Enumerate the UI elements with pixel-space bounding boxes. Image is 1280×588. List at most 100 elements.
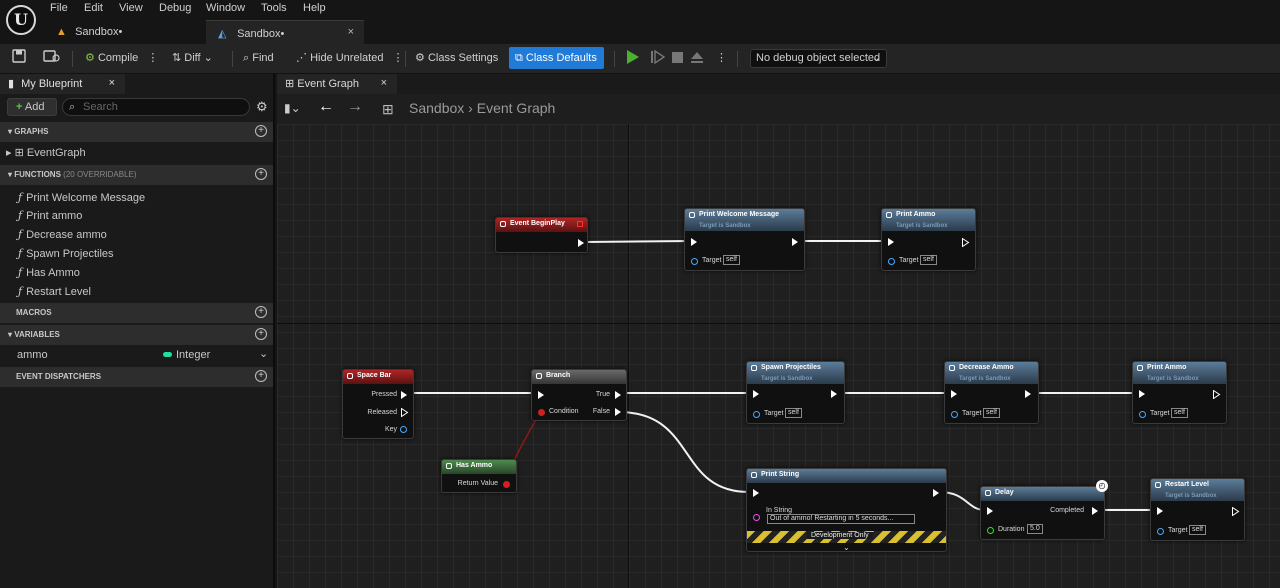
exec-in-pin[interactable] bbox=[1157, 507, 1163, 515]
save-icon[interactable] bbox=[12, 49, 26, 71]
target-pin[interactable] bbox=[1157, 528, 1164, 535]
add-variable-icon[interactable]: + bbox=[255, 328, 267, 340]
menu-window[interactable]: Window bbox=[206, 2, 245, 14]
close-icon[interactable]: × bbox=[381, 77, 387, 89]
variables-section-header[interactable]: ▾ VARIABLES + bbox=[0, 325, 273, 345]
exec-out-pin[interactable] bbox=[831, 390, 837, 398]
target-pin[interactable] bbox=[753, 411, 760, 418]
graph-item-eventgraph[interactable]: ▸ ⊞ EventGraph bbox=[6, 146, 86, 159]
expand-chevron-icon[interactable]: ⌄ bbox=[843, 543, 850, 552]
return-value-pin[interactable] bbox=[503, 481, 510, 488]
class-defaults-button[interactable]: ⧉ Class Defaults bbox=[509, 47, 604, 69]
add-event-dispatcher-icon[interactable]: + bbox=[255, 370, 267, 382]
exec-in-pin[interactable] bbox=[888, 238, 894, 246]
exec-in-pin[interactable] bbox=[691, 238, 697, 246]
in-string-pin[interactable] bbox=[753, 514, 760, 521]
browse-icon[interactable] bbox=[43, 49, 61, 71]
target-value[interactable]: self bbox=[1171, 408, 1188, 418]
chevron-down-icon[interactable]: ⌄ bbox=[259, 347, 268, 360]
debug-object-select[interactable]: No debug object selected ⌄ bbox=[750, 49, 887, 68]
function-item[interactable]: ƒ Print Welcome Message bbox=[18, 191, 145, 204]
target-pin[interactable] bbox=[691, 258, 698, 265]
close-tab-icon[interactable]: × bbox=[348, 26, 354, 38]
menu-view[interactable]: View bbox=[119, 2, 143, 14]
exec-in-pin[interactable] bbox=[753, 390, 759, 398]
function-item[interactable]: ƒ Decrease ammo bbox=[18, 228, 107, 241]
exec-in-pin[interactable] bbox=[987, 507, 993, 515]
doc-tab-sandbox-1[interactable]: ▲ Sandbox• bbox=[44, 20, 204, 44]
add-function-icon[interactable]: + bbox=[255, 168, 267, 180]
target-value[interactable]: self bbox=[1189, 525, 1206, 535]
exec-out-pin[interactable] bbox=[1092, 507, 1098, 515]
node-print-welcome-message[interactable]: Print Welcome Message Target is Sandbox … bbox=[684, 208, 805, 271]
unreal-logo-icon[interactable]: U bbox=[6, 5, 36, 35]
key-pin[interactable] bbox=[400, 426, 407, 433]
exec-out-pin[interactable] bbox=[1213, 390, 1221, 399]
forward-arrow-icon[interactable]: → bbox=[347, 98, 363, 116]
exec-out-pin[interactable] bbox=[1025, 390, 1031, 398]
exec-out-pin[interactable] bbox=[578, 239, 584, 247]
my-blueprint-tab[interactable]: ▮ My Blueprint × bbox=[0, 74, 125, 94]
node-delay[interactable]: Delay ◴ Completed Duration 5.0 bbox=[980, 480, 1108, 540]
diff-button[interactable]: ⇅ Diff ⌄ bbox=[172, 47, 213, 69]
menu-debug[interactable]: Debug bbox=[159, 2, 191, 14]
function-item[interactable]: ƒ Has Ammo bbox=[18, 266, 80, 279]
settings-gear-icon[interactable]: ⚙ bbox=[256, 99, 268, 115]
node-restart-level[interactable]: Restart Level Target is Sandbox Target s… bbox=[1150, 478, 1245, 541]
menu-tools[interactable]: Tools bbox=[261, 2, 287, 14]
hide-unrelated-options-icon[interactable]: ⋮ bbox=[393, 52, 404, 64]
delegate-pin-icon[interactable] bbox=[577, 221, 583, 227]
event-graph-canvas[interactable]: Event BeginPlay Print Welcome Message Ta… bbox=[277, 124, 1280, 588]
graphs-section-header[interactable]: ▾ GRAPHS + bbox=[0, 122, 273, 142]
add-graph-icon[interactable]: + bbox=[255, 125, 267, 137]
functions-section-header[interactable]: ▾ FUNCTIONS (20 OVERRIDABLE) + bbox=[0, 165, 273, 185]
function-item[interactable]: ƒ Print ammo bbox=[18, 209, 82, 222]
function-item[interactable]: ƒ Restart Level bbox=[18, 285, 91, 298]
exec-out-pin-pressed[interactable] bbox=[401, 391, 407, 399]
function-item[interactable]: ƒ Spawn Projectiles bbox=[18, 247, 114, 260]
exec-out-pin[interactable] bbox=[792, 238, 798, 246]
macros-section-header[interactable]: MACROS + bbox=[0, 303, 273, 323]
compile-options-icon[interactable]: ⋮ bbox=[147, 52, 158, 64]
in-string-value[interactable]: Out of ammo! Restarting in 5 seconds... bbox=[767, 514, 915, 524]
node-print-ammo-1[interactable]: Print Ammo Target is Sandbox Target self bbox=[881, 208, 976, 271]
doc-tab-sandbox-2[interactable]: ◭ Sandbox• × bbox=[206, 20, 364, 44]
target-pin[interactable] bbox=[1139, 411, 1146, 418]
find-button[interactable]: ⌕ Find bbox=[243, 47, 274, 69]
variable-item-ammo[interactable]: ammo Integer ⌄ bbox=[17, 347, 273, 361]
condition-pin[interactable] bbox=[538, 409, 545, 416]
exec-out-pin-released[interactable] bbox=[401, 408, 409, 417]
duration-pin[interactable] bbox=[987, 527, 994, 534]
menu-help[interactable]: Help bbox=[303, 2, 326, 14]
exec-in-pin[interactable] bbox=[538, 391, 544, 399]
target-pin[interactable] bbox=[951, 411, 958, 418]
hide-unrelated-button[interactable]: ⋰ Hide Unrelated ⋮ bbox=[296, 47, 404, 69]
exec-out-pin[interactable] bbox=[1232, 507, 1240, 516]
exec-in-pin[interactable] bbox=[753, 489, 759, 497]
play-options-icon[interactable]: ⋮ bbox=[716, 47, 727, 69]
breadcrumb-root[interactable]: Sandbox bbox=[409, 100, 464, 116]
menu-edit[interactable]: Edit bbox=[84, 2, 103, 14]
exec-out-pin[interactable] bbox=[933, 489, 939, 497]
exec-in-pin[interactable] bbox=[1139, 390, 1145, 398]
add-macro-icon[interactable]: + bbox=[255, 306, 267, 318]
node-print-ammo-2[interactable]: Print Ammo Target is Sandbox Target self bbox=[1132, 361, 1227, 424]
node-print-string[interactable]: Print String In String Out of ammo! Rest… bbox=[746, 468, 947, 552]
close-icon[interactable]: × bbox=[109, 77, 115, 89]
search-input[interactable]: ⌕ Search bbox=[62, 98, 250, 116]
back-arrow-icon[interactable]: ← bbox=[318, 98, 334, 116]
node-space-bar[interactable]: Space Bar Pressed Released Key bbox=[342, 369, 414, 439]
duration-value[interactable]: 5.0 bbox=[1027, 524, 1043, 534]
step-icon[interactable] bbox=[650, 49, 666, 71]
target-pin[interactable] bbox=[888, 258, 895, 265]
node-spawn-projectiles[interactable]: Spawn Projectiles Target is Sandbox Targ… bbox=[746, 361, 845, 424]
target-value[interactable]: self bbox=[920, 255, 937, 265]
exec-out-pin-true[interactable] bbox=[615, 391, 621, 399]
target-value[interactable]: self bbox=[983, 408, 1000, 418]
target-value[interactable]: self bbox=[723, 255, 740, 265]
compile-button[interactable]: ⚙ Compile ⋮ bbox=[85, 47, 158, 69]
target-value[interactable]: self bbox=[785, 408, 802, 418]
event-dispatchers-section-header[interactable]: EVENT DISPATCHERS + bbox=[0, 367, 273, 387]
node-has-ammo[interactable]: Has Ammo Return Value bbox=[441, 459, 517, 493]
node-event-beginplay[interactable]: Event BeginPlay bbox=[495, 217, 588, 253]
